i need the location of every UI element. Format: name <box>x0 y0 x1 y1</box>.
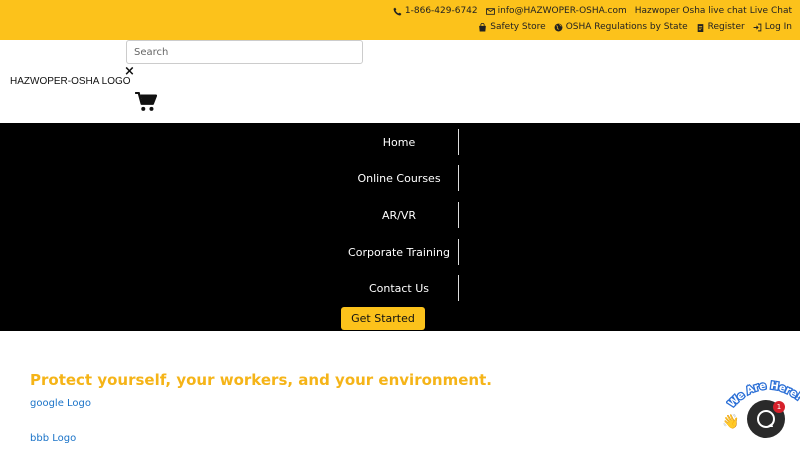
live-chat-alt-text: Hazwoper Osha live chat <box>634 6 747 16</box>
google-logo-link[interactable]: google Logo <box>30 398 91 409</box>
top-bar: 1-866-429-6742 info@HAZWOPER-OSHA.com Ha… <box>0 0 800 40</box>
unread-count-badge: 1 <box>773 401 785 413</box>
safety-store-link[interactable]: Safety Store <box>478 22 546 32</box>
bbb-logo-link[interactable]: bbb Logo <box>30 433 76 444</box>
regulations-label: OSHA Regulations by State <box>565 22 688 32</box>
login-label: Log In <box>764 22 792 32</box>
phone-number: 1-866-429-6742 <box>404 6 478 16</box>
shopping-bag-icon <box>479 22 487 31</box>
nav-item-contact-us[interactable]: Contact Us <box>340 275 459 301</box>
register-link[interactable]: Register <box>696 22 745 32</box>
nav-item-ar-vr[interactable]: AR/VR <box>340 202 459 228</box>
main-nav: Home Online Courses AR/VR Corporate Trai… <box>0 123 800 331</box>
phone-link[interactable]: 1-866-429-6742 <box>393 6 478 16</box>
email-address: info@HAZWOPER-OSHA.com <box>497 6 627 16</box>
nav-item-home[interactable]: Home <box>340 129 459 155</box>
sign-in-icon <box>753 23 762 31</box>
get-started-button[interactable]: Get Started <box>341 307 425 330</box>
search-input[interactable] <box>126 40 363 64</box>
shopping-cart-icon[interactable] <box>135 92 157 112</box>
site-logo[interactable]: HAZWOPER-OSHA LOGO <box>10 76 131 87</box>
clipboard-icon <box>697 23 703 32</box>
phone-icon <box>393 7 402 15</box>
nav-item-corporate-training[interactable]: Corporate Training <box>340 239 459 265</box>
nav-item-online-courses[interactable]: Online Courses <box>340 165 459 191</box>
top-bar-contact-row: 1-866-429-6742 info@HAZWOPER-OSHA.com Ha… <box>393 6 792 16</box>
top-bar-links-row: Safety Store OSHA Regulations by State R… <box>478 22 792 32</box>
safety-store-label: Safety Store <box>490 22 546 32</box>
register-label: Register <box>707 22 745 32</box>
login-link[interactable]: Log In <box>753 22 792 32</box>
email-link[interactable]: info@HAZWOPER-OSHA.com <box>485 6 627 16</box>
regulations-link[interactable]: OSHA Regulations by State <box>554 22 688 32</box>
envelope-icon <box>485 7 495 15</box>
live-chat-label: Live Chat <box>749 6 792 16</box>
live-chat-link[interactable]: Hazwoper Osha live chat Live Chat <box>635 6 792 16</box>
chat-bubble-icon <box>757 410 775 428</box>
globe-icon <box>554 23 563 31</box>
hero-headline: Protect yourself, your workers, and your… <box>30 371 492 389</box>
waving-hand-icon: 👋 <box>722 414 740 430</box>
